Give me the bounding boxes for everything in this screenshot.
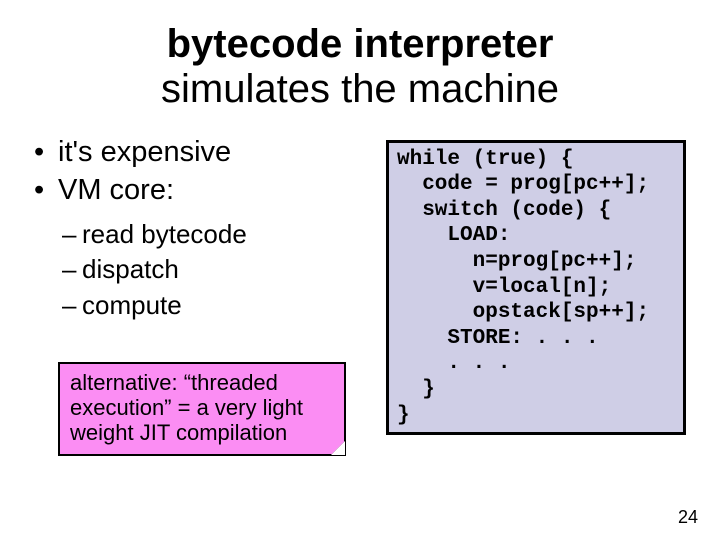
sub-bullet-item: compute bbox=[62, 289, 368, 322]
page-number: 24 bbox=[678, 507, 698, 528]
bullet-list: it's expensive VM core: bbox=[34, 134, 368, 209]
sub-bullet-list: read bytecode dispatch compute bbox=[62, 218, 368, 322]
bullet-item: it's expensive bbox=[34, 134, 368, 170]
right-column: while (true) { code = prog[pc++]; switch… bbox=[386, 134, 686, 456]
title-line-1: bytecode interpreter bbox=[167, 22, 554, 66]
sub-bullet-item: dispatch bbox=[62, 253, 368, 286]
slide-body: it's expensive VM core: read bytecode di… bbox=[34, 134, 686, 456]
code-block: while (true) { code = prog[pc++]; switch… bbox=[386, 140, 686, 436]
title-line-2: simulates the machine bbox=[161, 67, 559, 111]
slide-title: bytecode interpreter simulates the machi… bbox=[34, 22, 686, 112]
slide: bytecode interpreter simulates the machi… bbox=[0, 0, 720, 540]
callout-note: alternative: “threaded execution” = a ve… bbox=[58, 362, 346, 456]
left-column: it's expensive VM core: read bytecode di… bbox=[34, 134, 368, 456]
sub-bullet-item: read bytecode bbox=[62, 218, 368, 251]
bullet-item: VM core: bbox=[34, 172, 368, 208]
